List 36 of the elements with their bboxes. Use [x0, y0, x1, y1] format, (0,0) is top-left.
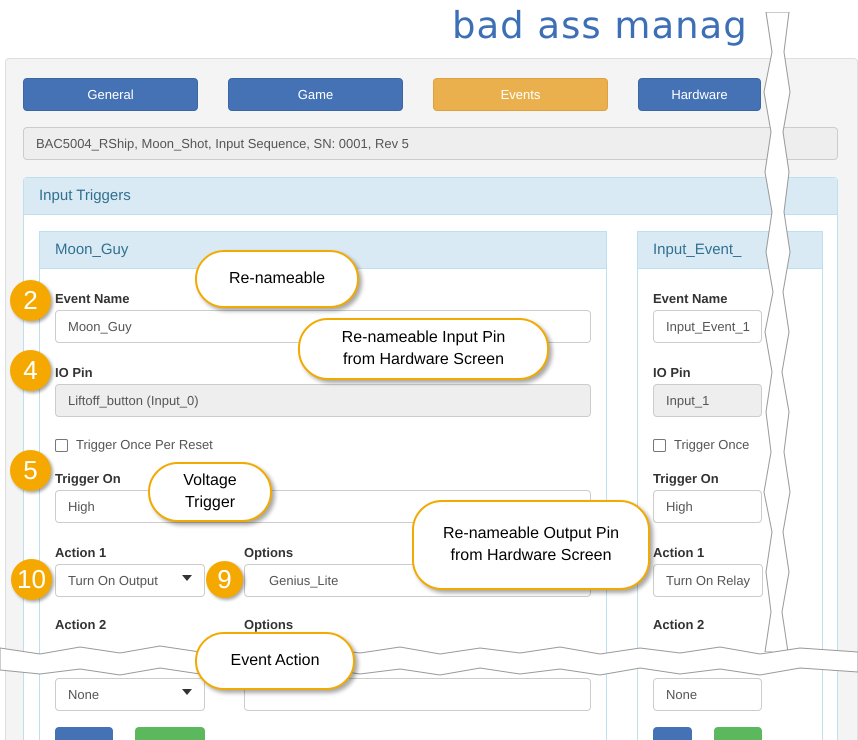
- caret-icon: [182, 575, 192, 581]
- field-label: Action 1: [55, 544, 106, 562]
- panel-title: Input Triggers: [24, 178, 837, 215]
- select-dropdown[interactable]: Turn On Output: [55, 564, 205, 597]
- field-label: Trigger On: [55, 470, 121, 488]
- field-label: Action 1: [653, 544, 704, 562]
- field-label: Event Name: [55, 290, 130, 308]
- field-label: Event Name: [653, 290, 728, 308]
- info-bar: BAC5004_RShip, Moon_Shot, Input Sequence, SN: 0001, Rev 5: [23, 127, 838, 160]
- checkbox-label: Trigger Once: [674, 436, 750, 454]
- select-dropdown[interactable]: None: [653, 678, 762, 711]
- field-label: Action 2: [653, 616, 704, 634]
- text-input[interactable]: High: [653, 490, 762, 523]
- checkbox[interactable]: [653, 438, 666, 452]
- field-label: Trigger On: [653, 470, 719, 488]
- callout-tooltip: Voltage Trigger: [148, 462, 272, 522]
- field-label: IO Pin: [55, 364, 93, 382]
- nav-tab[interactable]: Game: [228, 78, 403, 111]
- select-dropdown[interactable]: Turn On Relay: [653, 564, 764, 597]
- field-label: Action 2: [55, 616, 106, 634]
- text-input[interactable]: Input_Event_1: [653, 310, 762, 343]
- nav-tab[interactable]: General: [23, 78, 198, 111]
- text-input[interactable]: [244, 678, 591, 711]
- callout-tooltip: Re-nameable: [195, 250, 359, 308]
- checkbox-label: Trigger Once Per Reset: [76, 436, 213, 454]
- field-label: Options: [244, 616, 294, 634]
- field-label: IO Pin: [653, 364, 691, 382]
- field-label: Options: [244, 544, 294, 562]
- callout-tooltip: Re-nameable Input Pin from Hardware Screen: [298, 318, 549, 380]
- checkbox[interactable]: [55, 438, 68, 452]
- nav-tab[interactable]: Hardware: [638, 78, 761, 111]
- caret-icon: [182, 689, 192, 695]
- callout-tooltip: Re-nameable Output Pin from Hardware Screen: [412, 500, 650, 590]
- logo-text: bad ass manag: [452, 4, 748, 47]
- select-dropdown[interactable]: None: [55, 678, 205, 711]
- callout-tooltip: Event Action: [195, 632, 355, 690]
